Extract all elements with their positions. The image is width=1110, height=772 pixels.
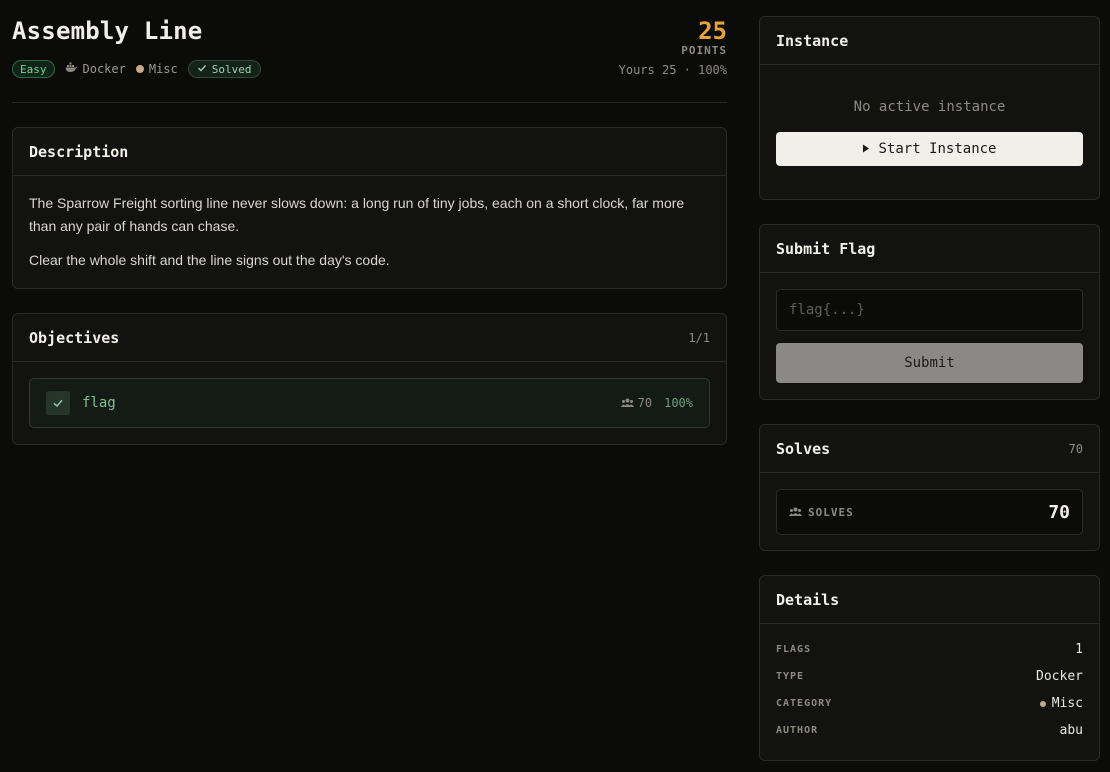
details-key: FLAGS	[776, 644, 812, 655]
solves-count: 70	[1068, 441, 1083, 456]
submit-button[interactable]: Submit	[776, 343, 1083, 383]
difficulty-badge: Easy	[12, 60, 55, 78]
points-value: 25	[698, 17, 727, 45]
category-dot	[135, 65, 144, 73]
challenge-header: Assembly Line Easy Docker Misc Solved 25	[12, 0, 727, 103]
challenge-meta: Easy Docker Misc Solved	[12, 60, 261, 78]
solves-stat-label: SOLVES	[789, 506, 854, 519]
docker-icon	[65, 62, 78, 76]
points-label: POINTS	[681, 44, 727, 57]
yours-score: Yours 25 · 100%	[618, 63, 727, 77]
objective-stats: 70 100%	[620, 396, 693, 410]
details-key: AUTHOR	[776, 725, 819, 736]
solves-stat: SOLVES 70	[776, 489, 1083, 535]
objective-item[interactable]: flag 70 100%	[29, 378, 710, 428]
objectives-count: 1/1	[688, 330, 710, 345]
solves-title: Solves	[776, 439, 831, 458]
description-title: Description	[29, 142, 129, 161]
description-header: Description	[13, 128, 726, 176]
instance-card: Instance No active instance Start Instan…	[759, 16, 1100, 200]
details-row-category: CATEGORY Misc	[776, 690, 1083, 717]
flag-input[interactable]	[776, 289, 1083, 331]
instance-body: No active instance Start Instance	[760, 99, 1099, 166]
solves-label-text: SOLVES	[808, 505, 854, 519]
submit-flag-card: Submit Flag Submit	[759, 224, 1100, 400]
details-value: 1	[1075, 642, 1083, 657]
objective-solves-count: 70	[637, 396, 653, 410]
play-icon	[862, 141, 870, 157]
users-icon	[620, 396, 634, 410]
start-instance-button[interactable]: Start Instance	[776, 132, 1083, 166]
solved-label: Solved	[211, 62, 252, 76]
objectives-header: Objectives 1/1	[13, 314, 726, 362]
description-paragraph: Clear the whole shift and the line signs…	[29, 252, 390, 268]
solves-card: Solves 70 SOLVES 70	[759, 424, 1100, 551]
description-paragraph: The Sparrow Freight sorting line never s…	[29, 195, 685, 234]
solves-value: 70	[1048, 501, 1070, 523]
no-instance-text: No active instance	[853, 99, 1006, 115]
objective-solves: 70	[620, 396, 653, 410]
details-key: CATEGORY	[776, 698, 833, 709]
details-row-flags: FLAGS 1	[776, 636, 1083, 663]
type-tag: Docker	[65, 62, 126, 76]
details-row-author: AUTHOR abu	[776, 717, 1083, 744]
category-tag: Misc	[135, 62, 178, 76]
details-row-type: TYPE Docker	[776, 663, 1083, 690]
description-body: The Sparrow Freight sorting line never s…	[13, 176, 726, 299]
instance-header: Instance	[760, 17, 1099, 65]
details-value: Misc	[1051, 696, 1083, 711]
details-body: FLAGS 1 TYPE Docker CATEGORY Misc AUTHOR…	[760, 624, 1099, 756]
start-instance-label: Start Instance	[878, 141, 997, 157]
submit-flag-title: Submit Flag	[776, 239, 876, 258]
details-card: Details FLAGS 1 TYPE Docker CATEGORY Mis…	[759, 575, 1100, 761]
objectives-title: Objectives	[29, 328, 120, 347]
description-card: Description The Sparrow Freight sorting …	[12, 127, 727, 289]
submit-flag-header: Submit Flag	[760, 225, 1099, 273]
page-title: Assembly Line	[12, 17, 203, 45]
points-display: 25 POINTS	[681, 17, 727, 57]
objectives-card: Objectives 1/1 flag 70 100%	[12, 313, 727, 445]
objective-left: flag	[46, 391, 116, 415]
solved-badge: Solved	[187, 60, 261, 78]
category-label: Misc	[148, 62, 178, 76]
details-key: TYPE	[776, 671, 805, 682]
check-icon	[46, 391, 70, 415]
users-icon	[789, 506, 802, 519]
details-header: Details	[760, 576, 1099, 624]
details-value: Docker	[1036, 669, 1083, 684]
category-dot	[1039, 700, 1046, 707]
details-value-wrap: Misc	[1039, 696, 1083, 711]
details-value: abu	[1059, 723, 1083, 738]
main-column: Assembly Line Easy Docker Misc Solved 25	[12, 0, 727, 445]
check-icon	[197, 63, 207, 76]
instance-title: Instance	[776, 31, 849, 50]
objective-percent: 100%	[664, 396, 693, 410]
objective-name: flag	[82, 395, 116, 411]
submit-flag-body: Submit	[760, 273, 1099, 399]
details-title: Details	[776, 590, 840, 609]
solves-header: Solves 70	[760, 425, 1099, 473]
type-label: Docker	[82, 62, 126, 76]
